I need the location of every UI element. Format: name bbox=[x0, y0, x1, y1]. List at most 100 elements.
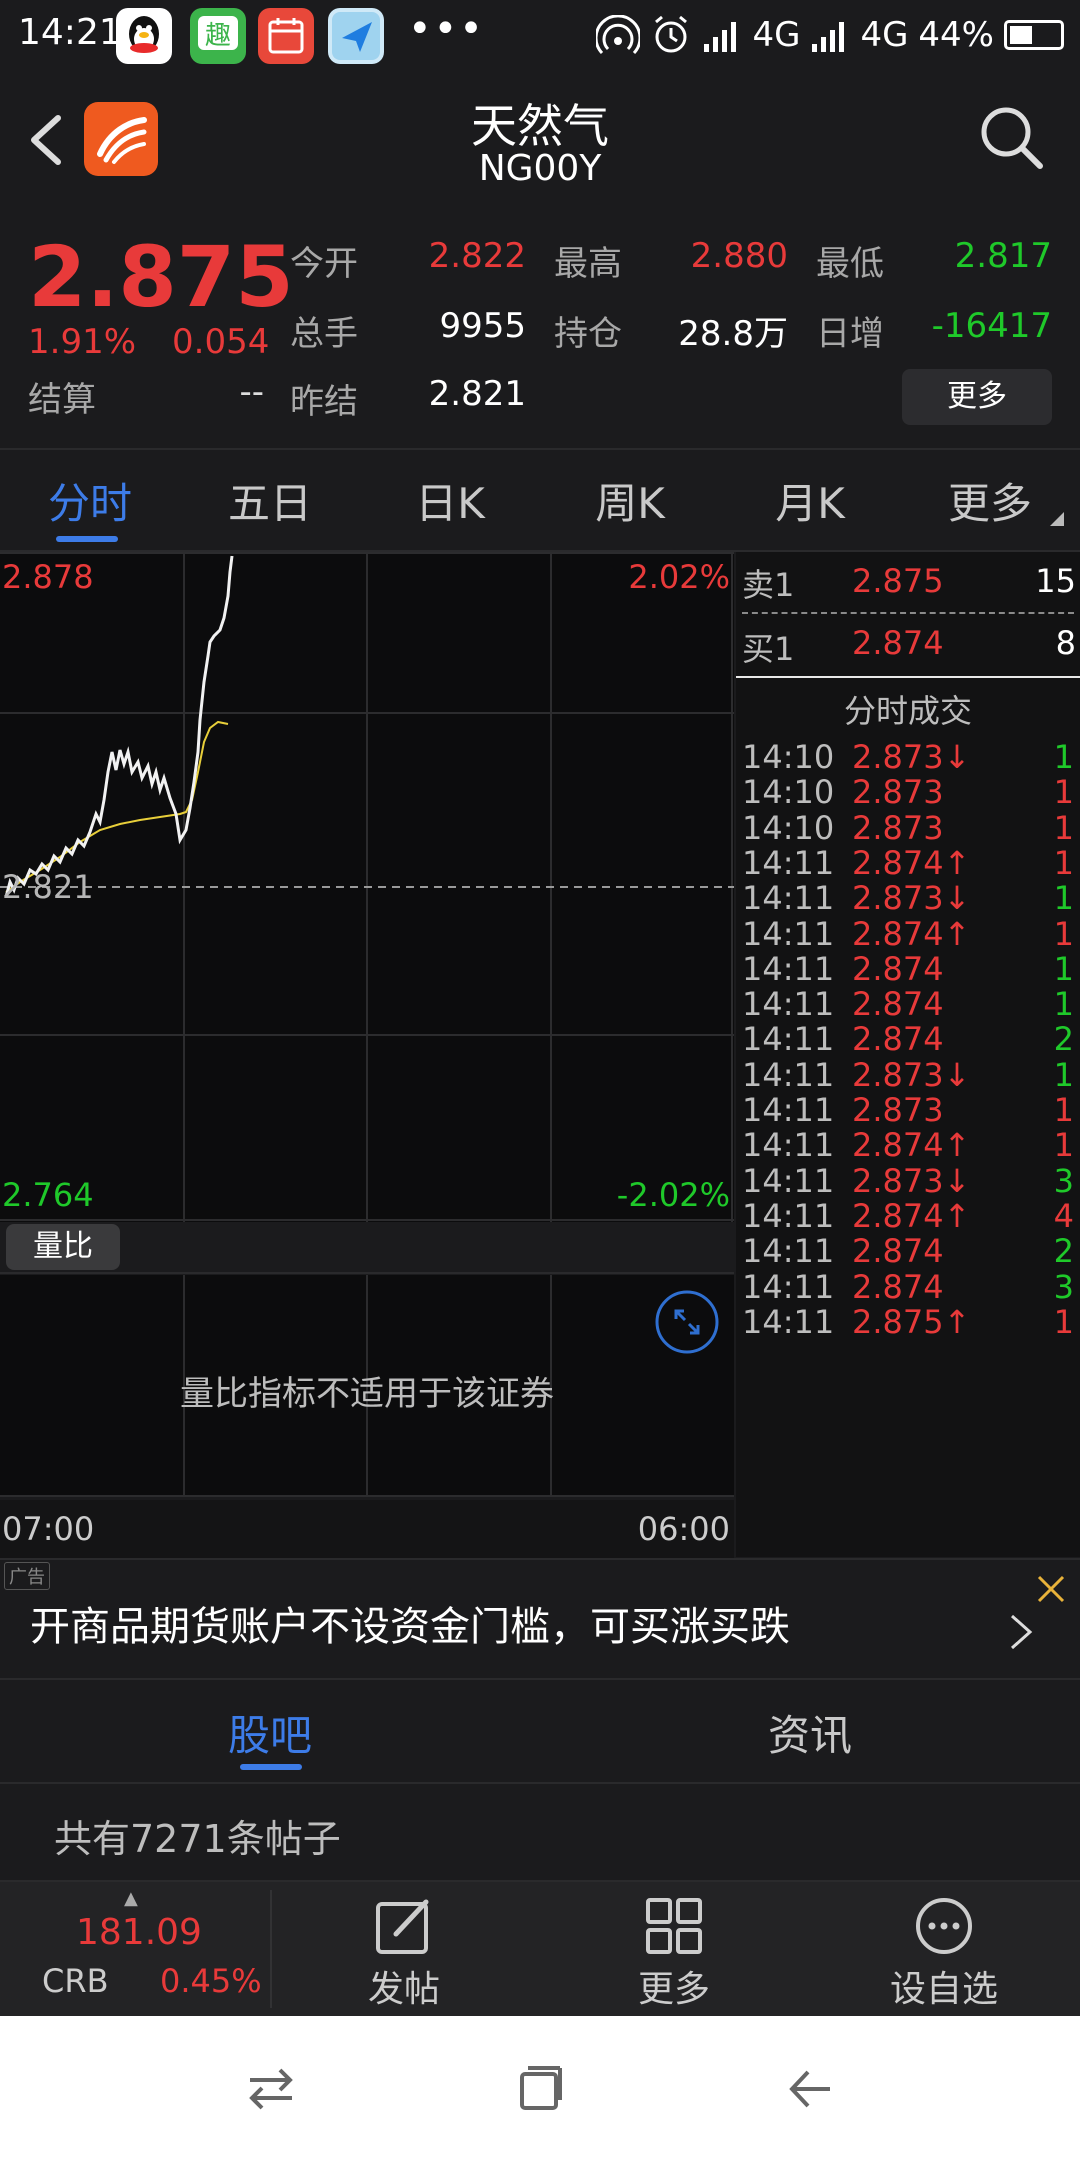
signal-icon bbox=[704, 22, 737, 52]
trade-qty: 4 bbox=[1053, 1196, 1074, 1235]
bottom-toolbar: ▲ 181.09 CRB 0.45% 发帖 更多 设自选 bbox=[0, 1882, 1080, 2016]
volume-label: 总手 bbox=[290, 314, 358, 354]
trade-row: 14:11 2.875↑ 1 bbox=[742, 1303, 1074, 1351]
trade-time: 14:11 bbox=[742, 1196, 835, 1235]
app-header: 天然气 NG00Y bbox=[0, 72, 1080, 212]
trade-price: 2.874 bbox=[852, 1020, 944, 1059]
axis-start-time: 07:00 bbox=[2, 1510, 95, 1548]
trade-qty: 1 bbox=[1053, 843, 1074, 882]
crb-index-ticker[interactable]: ▲ 181.09 CRB 0.45% bbox=[0, 1882, 270, 2016]
tab-news[interactable]: 资讯 bbox=[540, 1702, 1080, 1763]
trade-price: 2.874 bbox=[852, 949, 944, 988]
trade-price: 2.874 bbox=[852, 1267, 944, 1306]
last-price: 2.875 bbox=[28, 228, 294, 326]
trade-time: 14:11 bbox=[742, 949, 835, 988]
trade-price: 2.874↑ bbox=[852, 914, 971, 953]
trade-time: 14:11 bbox=[742, 1267, 835, 1306]
time-axis: 07:00 06:00 bbox=[0, 1500, 734, 1558]
trade-price: 2.874↑ bbox=[852, 1126, 971, 1165]
divider bbox=[0, 1272, 734, 1274]
contract-code: NG00Y bbox=[478, 148, 602, 189]
trade-time: 14:11 bbox=[742, 1020, 835, 1059]
bid1-label: 买1 bbox=[742, 630, 795, 668]
low-label: 最低 bbox=[816, 244, 884, 284]
ask1-label: 卖1 bbox=[742, 566, 795, 604]
trade-price: 2.874↑ bbox=[852, 843, 971, 882]
posts-summary: 共有7271条帖子 bbox=[0, 1784, 1080, 1880]
ask1-qty: 15 bbox=[1035, 562, 1076, 600]
volume-ratio-message: 量比指标不适用于该证券 bbox=[180, 1374, 554, 1414]
chart-bottom-pct: -2.02% bbox=[616, 1176, 730, 1214]
page-title: 天然气 bbox=[471, 99, 609, 153]
recent-apps-icon[interactable] bbox=[246, 2066, 296, 2112]
tab-intraday[interactable]: 分时 bbox=[40, 470, 140, 531]
trade-qty: 1 bbox=[1053, 914, 1074, 953]
chevron-right-icon[interactable] bbox=[1008, 1612, 1034, 1652]
tab-monthly-k[interactable]: 月K bbox=[760, 470, 860, 531]
signal-icon-2 bbox=[812, 22, 845, 52]
trade-time: 14:11 bbox=[742, 1126, 835, 1165]
book-divider bbox=[742, 612, 1074, 614]
trade-price: 2.873↓ bbox=[852, 879, 971, 918]
open-interest-label: 持仓 bbox=[554, 314, 622, 354]
crb-value: 181.09 bbox=[76, 1912, 202, 1953]
ask1-price: 2.875 bbox=[852, 562, 944, 600]
intraday-chart[interactable]: 2.878 2.02% 2.821 2.764 -2.02% bbox=[0, 552, 734, 1222]
add-watchlist-button[interactable]: 设自选 bbox=[844, 1882, 1044, 2016]
ad-text[interactable]: 开商品期货账户不设资金门槛，可买涨买跌 bbox=[30, 1594, 790, 1652]
search-icon[interactable] bbox=[976, 102, 1046, 172]
expand-icon[interactable] bbox=[654, 1289, 720, 1355]
post-button[interactable]: 发帖 bbox=[304, 1882, 504, 2016]
trade-price: 2.873 bbox=[852, 1091, 944, 1129]
trade-price: 2.874 bbox=[852, 1232, 944, 1271]
trade-price: 2.874 bbox=[852, 985, 944, 1024]
trade-time: 14:11 bbox=[742, 1091, 835, 1129]
hotspot-icon bbox=[596, 15, 641, 55]
change-value: 0.054 bbox=[172, 322, 270, 362]
back-nav-icon[interactable] bbox=[786, 2066, 834, 2112]
trade-qty: 2 bbox=[1053, 1232, 1074, 1271]
volume-ratio-button[interactable]: 量比 bbox=[6, 1224, 120, 1270]
axis-end-time: 06:00 bbox=[637, 1510, 730, 1548]
close-icon[interactable] bbox=[1036, 1574, 1066, 1604]
trade-price: 2.875↑ bbox=[852, 1302, 971, 1341]
status-time: 14:21 bbox=[18, 12, 122, 53]
chart-bottom-price: 2.764 bbox=[2, 1176, 94, 1214]
ellipsis-circle-icon bbox=[916, 1898, 972, 1954]
trade-price: 2.873↓ bbox=[852, 1055, 971, 1094]
toolbar-more-label: 更多 bbox=[637, 1969, 710, 2010]
toolbar-more-button[interactable]: 更多 bbox=[574, 1882, 774, 2016]
battery-icon bbox=[1004, 20, 1064, 50]
home-icon[interactable] bbox=[516, 2064, 564, 2112]
trade-time: 14:11 bbox=[742, 1302, 835, 1341]
post-label: 发帖 bbox=[367, 1969, 440, 2010]
tab-daily-k[interactable]: 日K bbox=[400, 470, 500, 531]
ad-banner[interactable]: 广告 开商品期货账户不设资金门槛，可买涨买跌 bbox=[0, 1560, 1080, 1678]
trade-time: 14:11 bbox=[742, 1232, 835, 1271]
trade-time: 14:10 bbox=[742, 808, 835, 847]
tab-forum[interactable]: 股吧 bbox=[0, 1702, 540, 1763]
open-interest-value: 28.8万 bbox=[678, 314, 788, 354]
trade-price: 2.873↓ bbox=[852, 738, 971, 776]
tab-five-day[interactable]: 五日 bbox=[220, 470, 320, 531]
alarm-icon bbox=[655, 15, 688, 53]
calendar-app-icon bbox=[258, 8, 314, 64]
bid1-qty: 8 bbox=[1055, 624, 1076, 662]
trade-price: 2.873↓ bbox=[852, 1161, 971, 1200]
trade-price: 2.873 bbox=[852, 773, 944, 812]
daily-increase-value: -16417 bbox=[931, 306, 1052, 346]
trade-time: 14:10 bbox=[742, 773, 835, 812]
tab-more[interactable]: 更多 bbox=[940, 470, 1040, 531]
trade-qty: 1 bbox=[1053, 985, 1074, 1024]
tab-weekly-k[interactable]: 周K bbox=[580, 470, 680, 531]
qu-app-icon: 趣 bbox=[190, 8, 246, 64]
more-notifications-icon: ••• bbox=[408, 6, 485, 52]
section-tab-indicator bbox=[240, 1764, 302, 1770]
trade-qty: 1 bbox=[1053, 773, 1074, 812]
posts-count: 共有7271条帖子 bbox=[54, 1817, 341, 1861]
caret-up-icon: ▲ bbox=[124, 1888, 138, 1909]
quote-more-button[interactable]: 更多 bbox=[902, 369, 1052, 425]
add-watchlist-label: 设自选 bbox=[889, 1969, 998, 2010]
chart-top-pct: 2.02% bbox=[628, 558, 730, 596]
intraday-chart-svg bbox=[0, 552, 734, 1222]
